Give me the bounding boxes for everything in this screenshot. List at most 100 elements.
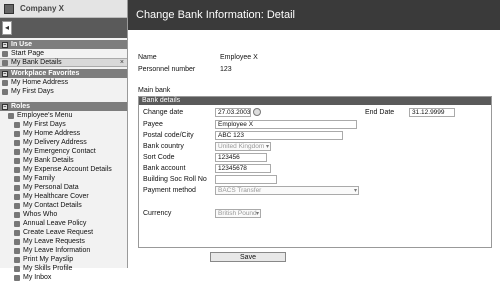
role-item-label: My Contact Details — [23, 202, 82, 209]
collapse-minus-icon[interactable]: − — [2, 70, 8, 77]
role-item-label: My Inbox — [23, 274, 52, 281]
role-item[interactable]: My Contact Details — [0, 201, 127, 210]
role-item-label: My Leave Information — [23, 247, 91, 254]
favorite-item-home-address[interactable]: My Home Address — [0, 78, 127, 87]
favorites-section-header[interactable]: − Workplace Favorites — [0, 69, 127, 78]
favorite-item-label: My First Days — [11, 88, 54, 95]
name-label: Name — [138, 54, 157, 61]
role-item-label: My Delivery Address — [23, 139, 87, 146]
bank-account-input[interactable]: 12345678 — [215, 164, 271, 173]
role-item-icon — [14, 220, 20, 227]
name-value: Employee X — [220, 54, 258, 61]
favorite-item-first-days[interactable]: My First Days — [0, 87, 127, 96]
sort-code-label: Sort Code — [143, 154, 175, 161]
collapse-minus-icon[interactable]: − — [2, 103, 8, 110]
role-item[interactable]: My Family — [0, 174, 127, 183]
bank-account-label: Bank account — [143, 165, 186, 172]
payee-label: Payee — [143, 121, 163, 128]
change-date-label: Change date — [143, 109, 184, 116]
main-panel: Change Bank Information: Detail Name Emp… — [128, 0, 500, 268]
role-item-label: My First Days — [23, 121, 66, 128]
role-item[interactable]: My Bank Details — [0, 156, 127, 165]
page-title: Change Bank Information: Detail — [136, 9, 295, 21]
role-item-icon — [14, 184, 20, 191]
role-item-label: My Personal Data — [23, 184, 79, 191]
bank-country-value: United Kingdom — [218, 143, 265, 150]
role-item[interactable]: My Leave Information — [0, 246, 127, 255]
role-item[interactable]: My First Days — [0, 120, 127, 129]
role-item-icon — [14, 229, 20, 236]
role-item[interactable]: My Healthcare Cover — [0, 192, 127, 201]
roll-number-label: Building Soc Roll No — [143, 176, 207, 183]
role-item[interactable]: Whos Who — [0, 210, 127, 219]
company-logo — [4, 3, 14, 14]
role-item-icon — [14, 130, 20, 137]
in-use-item-label: Start Page — [11, 50, 45, 57]
bank-country-label: Bank country — [143, 143, 184, 150]
favorites-title: Workplace Favorites — [11, 70, 80, 77]
role-item-label: Whos Who — [23, 211, 58, 218]
role-item[interactable]: Annual Leave Policy — [0, 219, 127, 228]
currency-select[interactable]: British Pound ▾ — [215, 209, 261, 218]
page-icon — [2, 50, 8, 57]
role-item[interactable]: Create Leave Request — [0, 228, 127, 237]
role-item-icon — [14, 121, 20, 128]
role-item[interactable]: My Expense Account Details — [0, 165, 127, 174]
main-bank-label: Main bank — [138, 87, 171, 94]
change-date-input[interactable]: 27.03.2003 — [215, 108, 251, 117]
bank-country-select[interactable]: United Kingdom ▾ — [215, 142, 271, 151]
roles-section-header[interactable]: − Roles — [0, 102, 127, 111]
role-item[interactable]: My Inbox — [0, 273, 127, 282]
payee-input[interactable]: Employee X — [215, 120, 357, 129]
favorite-icon — [2, 88, 8, 95]
favorite-item-label: My Home Address — [11, 79, 69, 86]
postal-city-input[interactable]: ABC 123 — [215, 131, 343, 140]
role-item[interactable]: My Delivery Address — [0, 138, 127, 147]
in-use-section-header[interactable]: − In Use — [0, 40, 127, 49]
role-item[interactable]: My Emergency Contact — [0, 147, 127, 156]
role-item-icon — [14, 211, 20, 218]
postal-label: Postal code/City — [143, 132, 194, 139]
roles-root-item[interactable]: Employee's Menu — [0, 111, 127, 120]
payment-method-select[interactable]: BACS Transfer ▾ — [215, 186, 359, 195]
role-item-icon — [14, 175, 20, 182]
calendar-icon[interactable] — [253, 108, 261, 116]
role-item-label: Print My Payslip — [23, 256, 74, 263]
roll-number-input[interactable] — [215, 175, 277, 184]
role-item-icon — [14, 247, 20, 254]
role-item[interactable]: My Skills Profile — [0, 264, 127, 273]
sort-code-input[interactable]: 123456 — [215, 153, 267, 162]
currency-value: British Pound — [218, 210, 257, 217]
role-item[interactable]: My Personal Data — [0, 183, 127, 192]
in-use-title: In Use — [11, 41, 33, 48]
role-item[interactable]: Print My Payslip — [0, 255, 127, 264]
payment-method-label: Payment method — [143, 187, 196, 194]
title-bar: Change Bank Information: Detail — [128, 0, 500, 30]
collapse-arrow-icon[interactable]: ◂ — [2, 21, 12, 35]
role-item-label: My Family — [23, 175, 55, 182]
role-item-icon — [14, 238, 20, 245]
end-date-label: End Date — [365, 109, 395, 116]
role-item-icon — [14, 166, 20, 173]
role-item-icon — [14, 193, 20, 200]
currency-label: Currency — [143, 210, 172, 217]
personnel-value: 123 — [220, 66, 232, 73]
favorite-icon — [2, 79, 8, 86]
role-item-label: Annual Leave Policy — [23, 220, 87, 227]
role-item[interactable]: My Leave Requests — [0, 237, 127, 246]
end-date-input[interactable]: 31.12.9999 — [409, 108, 455, 117]
role-item-label: My Home Address — [23, 130, 81, 137]
roles-root-label: Employee's Menu — [17, 112, 73, 119]
save-button[interactable]: Save — [210, 252, 286, 262]
in-use-item-start-page[interactable]: Start Page — [0, 49, 127, 58]
role-item-label: My Skills Profile — [23, 265, 73, 272]
company-name: Company X — [20, 4, 65, 13]
role-item-label: My Bank Details — [23, 157, 74, 164]
in-use-item-bank-details[interactable]: My Bank Details × — [0, 58, 127, 67]
role-item[interactable]: My Home Address — [0, 129, 127, 138]
close-icon[interactable]: × — [120, 59, 124, 66]
chevron-down-icon: ▾ — [255, 211, 259, 217]
role-item-label: My Expense Account Details — [23, 166, 112, 173]
collapse-minus-icon[interactable]: − — [2, 41, 8, 48]
page-icon — [2, 59, 8, 66]
